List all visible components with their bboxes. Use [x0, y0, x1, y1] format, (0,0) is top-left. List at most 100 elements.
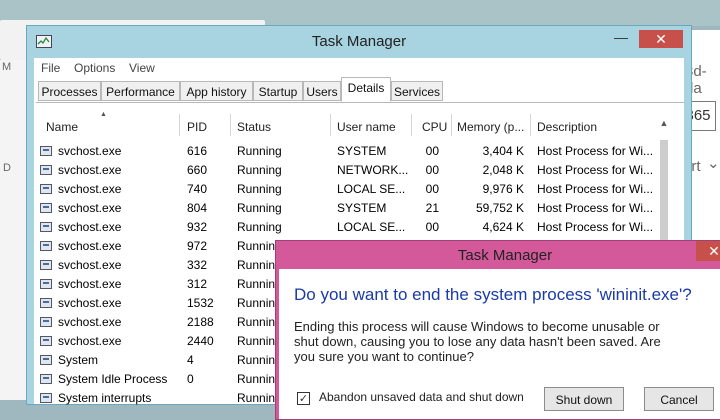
cell-pid: 804 [187, 201, 208, 215]
cell-description: Host Process for Wi... [537, 201, 654, 215]
cell-pid: 660 [187, 163, 208, 177]
process-icon [40, 317, 52, 327]
dialog-question: Do you want to end the system process 'w… [294, 285, 692, 304]
cell-description: Host Process for Wi... [537, 182, 654, 196]
dialog-close-button[interactable]: ✕ [696, 241, 720, 261]
cell-name: svchost.exe [58, 220, 122, 234]
cell-name: System Idle Process [58, 372, 168, 386]
abandon-data-checkbox-label[interactable]: Abandon unsaved data and shut down [319, 390, 524, 404]
table-row[interactable]: svchost.exe 932 Running LOCAL SE... 00 4,624 … [34, 218, 654, 237]
cell-description: Host Process for Wi... [537, 220, 654, 234]
column-divider[interactable] [451, 114, 452, 136]
process-icon [40, 146, 52, 156]
abandon-data-checkbox[interactable]: ✓ [297, 392, 310, 405]
background-text: D [3, 162, 11, 174]
table-row[interactable]: svchost.exe 740 Running LOCAL SE... 00 9,976 … [34, 180, 654, 199]
process-icon [40, 298, 52, 308]
sort-ascending-icon: ▲ [100, 111, 107, 118]
process-icon [40, 374, 52, 384]
column-header-user-name[interactable]: User name [337, 120, 396, 134]
cell-name: svchost.exe [58, 201, 122, 215]
cell-name: System [58, 353, 99, 367]
cell-status: Running [237, 144, 282, 158]
cell-user-name: NETWORK... [337, 163, 409, 177]
cell-memory: 4,624 K [482, 220, 524, 234]
cell-status: Running [237, 220, 282, 234]
cell-memory: 3,404 K [482, 144, 524, 158]
cell-pid: 2188 [187, 315, 214, 329]
cell-pid: 972 [187, 239, 208, 253]
process-icon [40, 203, 52, 213]
column-header-cpu[interactable]: CPU [422, 120, 447, 134]
column-divider[interactable] [411, 114, 412, 136]
column-header-status[interactable]: Status [237, 120, 271, 134]
column-divider[interactable] [179, 114, 180, 136]
menu-options[interactable]: Options [74, 61, 115, 75]
cell-memory: 2,048 K [482, 163, 524, 177]
cell-name: svchost.exe [58, 296, 122, 310]
cell-pid: 616 [187, 144, 208, 158]
dialog-body: Do you want to end the system process 'w… [279, 269, 720, 419]
cell-cpu: 00 [425, 144, 439, 158]
process-icon [40, 279, 52, 289]
menu-file[interactable]: File [41, 61, 60, 75]
shut-down-button[interactable]: Shut down [544, 387, 624, 411]
tab-details[interactable]: Details [341, 77, 391, 102]
process-icon [40, 393, 52, 403]
chevron-down-icon: ⌄ [707, 155, 720, 172]
table-row[interactable]: svchost.exe 660 Running NETWORK... 00 2,048 K… [34, 161, 654, 180]
table-row[interactable]: svchost.exe 804 Running SYSTEM 21 59,752 K Hos… [34, 199, 654, 218]
cell-status: Running [237, 163, 282, 177]
cell-name: System interrupts [58, 391, 152, 405]
cell-name: svchost.exe [58, 239, 122, 253]
cell-name: svchost.exe [58, 315, 122, 329]
cell-pid: 740 [187, 182, 208, 196]
process-icon [40, 184, 52, 194]
title-bar[interactable]: Task Manager — ✕ [27, 26, 691, 58]
cell-memory: 59,752 K [475, 201, 524, 215]
cell-pid: 312 [187, 277, 208, 291]
dialog-title: Task Manager [457, 247, 553, 264]
menu-view[interactable]: View [129, 61, 155, 75]
process-icon [40, 260, 52, 270]
tab-strip: Processes Performance App history Startu… [36, 77, 684, 103]
table-row[interactable]: svchost.exe 616 Running SYSTEM 00 3,404 K Host… [34, 142, 654, 161]
column-divider[interactable] [330, 114, 331, 136]
cell-cpu: 00 [425, 163, 439, 177]
cancel-button[interactable]: Cancel [644, 387, 714, 411]
cell-pid: 932 [187, 220, 208, 234]
cell-pid: 4 [187, 353, 194, 367]
column-header-memory[interactable]: Memory (p... [457, 120, 524, 134]
close-button[interactable]: ✕ [639, 30, 683, 48]
process-icon [40, 336, 52, 346]
tab-services[interactable]: Services [391, 81, 443, 101]
scroll-up-arrow-icon[interactable]: ▲ [659, 118, 669, 128]
cell-user-name: LOCAL SE... [337, 220, 406, 234]
column-divider[interactable] [230, 114, 231, 136]
cell-description: Host Process for Wi... [537, 144, 654, 158]
process-icon [40, 355, 52, 365]
column-header-name[interactable]: Name [46, 120, 78, 134]
column-header-description[interactable]: Description [537, 120, 597, 134]
cell-name: svchost.exe [58, 258, 122, 272]
cell-pid: 1532 [187, 296, 214, 310]
cell-cpu: 21 [425, 201, 439, 215]
minimize-button[interactable]: — [609, 30, 633, 46]
tab-performance[interactable]: Performance [101, 81, 180, 101]
background-text: M [2, 61, 12, 73]
cell-status: Running [237, 201, 282, 215]
cell-cpu: 00 [425, 220, 439, 234]
cell-name: svchost.exe [58, 277, 122, 291]
background-left-panel: M D [0, 60, 26, 400]
cell-cpu: 00 [425, 182, 439, 196]
tab-app-history[interactable]: App history [180, 81, 253, 101]
cell-status: Running [237, 182, 282, 196]
tab-startup[interactable]: Startup [253, 81, 303, 101]
column-header-pid[interactable]: PID [187, 120, 207, 134]
cell-pid: 332 [187, 258, 208, 272]
tab-users[interactable]: Users [303, 81, 341, 101]
cell-user-name: LOCAL SE... [337, 182, 406, 196]
column-divider[interactable] [530, 114, 531, 136]
tab-processes[interactable]: Processes [38, 81, 101, 101]
process-icon [40, 165, 52, 175]
